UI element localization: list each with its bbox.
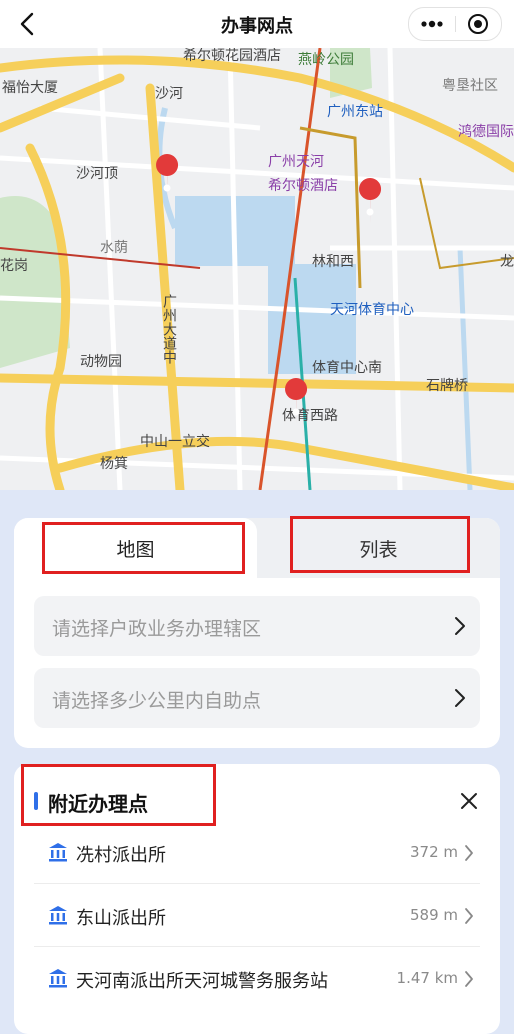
divider [34,883,480,884]
map-label-shipaiqiao: 石牌桥 [426,377,468,393]
map-label-long: 龙 [500,253,514,269]
police-station-icon [49,969,67,988]
list-item[interactable]: 天河南派出所天河城警务服务站 1.47 km [34,948,480,1010]
map-label-shahe: 沙河 [155,85,183,101]
map-label-zhongshan: 中山一立交 [140,433,210,449]
map-label-stadium: 天河体育中心 [330,301,414,317]
district-select[interactable]: 请选择户政业务办理辖区 [34,596,480,656]
station-distance: 1.47 km [396,969,458,987]
station-name: 东山派出所 [76,908,166,929]
list-item[interactable]: 冼村派出所 372 m [34,822,480,884]
map-label-guangzhou-east: 广州东站 [327,103,383,119]
map-label-fuyi: 福怡大厦 [2,79,58,95]
map-label-shahe-ding: 沙河顶 [76,165,118,181]
map-label-hilton: 希尔顿酒店 [268,177,338,193]
map-label-linhexi: 林和西 [312,253,354,269]
map-label-yanling-park: 燕岭公园 [298,51,354,67]
close-miniprogram-icon[interactable] [467,13,489,35]
chevron-right-icon [465,908,473,924]
map-view[interactable]: 希尔顿花园酒店 燕岭公园 福怡大厦 沙河 广州东站 粤垦社区 鸿德国际 沙河顶 … [0,48,514,490]
police-station-icon [49,906,67,925]
police-station-icon [49,843,67,862]
more-icon[interactable] [420,16,444,32]
station-distance: 372 m [409,843,458,861]
map-label-tianhe: 广州天河 [268,153,324,169]
station-name: 冼村派出所 [76,845,166,866]
map-label-yangji: 杨箕 [100,455,128,471]
chevron-right-icon [465,845,473,861]
highlight-box-nearby [21,764,216,826]
highlight-box-map-tab [42,522,245,574]
mini-program-capsule [408,7,502,41]
distance-select[interactable]: 请选择多少公里内自助点 [34,668,480,728]
map-label-hilton-garden: 希尔顿花园酒店 [183,48,281,63]
station-distance: 589 m [409,906,458,924]
map-label-yueken: 粤垦社区 [442,77,498,93]
chevron-right-icon [465,971,473,987]
map-label-huagang: 花岗 [0,257,28,273]
close-icon[interactable] [460,792,478,810]
map-label-stadium-south: 体育中心南 [312,359,382,375]
map-label-zoo: 动物园 [80,353,122,369]
map-label-hongde: 鸿德国际 [458,123,514,139]
chevron-right-icon [455,689,465,707]
highlight-box-list-tab [290,516,470,573]
list-item[interactable]: 东山派出所 589 m [34,885,480,947]
map-label-tiyu-xilu: 体育西路 [282,407,338,423]
nearby-card: 附近办理点 冼村派出所 372 m 东山派出所 589 m 天河南派出所天河城警… [14,764,500,1034]
capsule-divider [455,16,456,32]
filter-card: 地图 列表 请选择户政业务办理辖区 请选择多少公里内自助点 [14,516,500,748]
map-label-guangzhou-avenue: 广州大道中 [162,294,178,364]
station-name: 天河南派出所天河城警务服务站 [76,971,328,992]
bottom-panel: 地图 列表 请选择户政业务办理辖区 请选择多少公里内自助点 附近办理点 冼村派出… [0,490,514,1034]
nav-bar: 办事网点 [0,0,514,48]
distance-select-placeholder: 请选择多少公里内自助点 [52,690,262,712]
divider [34,946,480,947]
map-label-shuiyin: 水荫 [100,239,128,255]
district-select-placeholder: 请选择户政业务办理辖区 [52,618,262,640]
chevron-right-icon [455,617,465,635]
